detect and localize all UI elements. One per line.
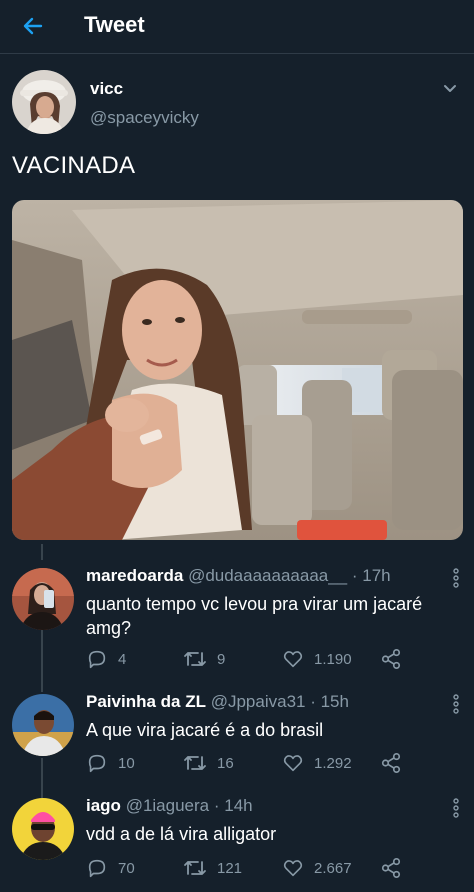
reply-actions: 4 9 1.190 bbox=[86, 647, 416, 671]
author-handle[interactable]: @spaceyvicky bbox=[90, 108, 199, 128]
share-button[interactable] bbox=[380, 751, 402, 775]
page-title: Tweet bbox=[84, 12, 145, 37]
like-button[interactable]: 1.190 bbox=[282, 647, 352, 671]
reply-icon bbox=[88, 754, 106, 773]
reply-options-button[interactable] bbox=[452, 798, 460, 818]
reply-tweet[interactable]: maredoarda @dudaaaaaaaaaa__ · 17h quanto… bbox=[0, 556, 474, 674]
share-button[interactable] bbox=[380, 647, 402, 671]
avatar[interactable] bbox=[12, 798, 74, 860]
reply-header: maredoarda @dudaaaaaaaaaa__ · 17h bbox=[86, 566, 391, 586]
like-button[interactable]: 2.667 bbox=[282, 856, 352, 880]
share-icon bbox=[381, 753, 401, 773]
reply-options-button[interactable] bbox=[452, 694, 460, 714]
retweet-count: 9 bbox=[217, 650, 226, 668]
reply-count: 10 bbox=[118, 754, 135, 772]
retweet-icon bbox=[184, 756, 206, 770]
reply-count: 4 bbox=[118, 650, 127, 668]
more-icon bbox=[453, 694, 459, 714]
share-icon bbox=[381, 858, 401, 878]
reply-author-name[interactable]: iago bbox=[86, 796, 121, 815]
reply-button[interactable]: 10 bbox=[86, 751, 135, 775]
avatar[interactable] bbox=[12, 568, 74, 630]
like-icon bbox=[283, 755, 303, 772]
back-button[interactable] bbox=[16, 9, 50, 43]
tweet-author: vicc @spaceyvicky bbox=[12, 70, 462, 134]
retweet-count: 121 bbox=[217, 859, 243, 877]
like-count: 1.190 bbox=[314, 650, 352, 668]
reply-count: 70 bbox=[118, 859, 135, 877]
reply-header: Paivinha da ZL @Jppaiva31 · 15h bbox=[86, 692, 349, 712]
share-icon bbox=[381, 649, 401, 669]
like-count: 1.292 bbox=[314, 754, 352, 772]
reply-actions: 70 121 2.667 bbox=[86, 856, 416, 880]
like-icon bbox=[283, 860, 303, 877]
top-bar: Tweet bbox=[0, 0, 474, 54]
reply-text: quanto tempo vc levou pra virar um jacar… bbox=[86, 594, 423, 638]
retweet-icon bbox=[184, 652, 206, 666]
like-button[interactable]: 1.292 bbox=[282, 751, 352, 775]
chevron-down-icon bbox=[444, 85, 456, 92]
retweet-count: 16 bbox=[217, 754, 234, 772]
retweet-icon bbox=[184, 861, 206, 875]
share-button[interactable] bbox=[380, 856, 402, 880]
reply-time: · 14h bbox=[213, 796, 253, 815]
reply-tweet[interactable]: Paivinha da ZL @Jppaiva31 · 15h A que vi… bbox=[0, 682, 474, 800]
author-name[interactable]: vicc bbox=[90, 79, 123, 99]
avatar[interactable] bbox=[12, 70, 76, 134]
reply-actions: 10 16 1.292 bbox=[86, 751, 416, 775]
reply-button[interactable]: 70 bbox=[86, 856, 135, 880]
reply-author-handle[interactable]: @1iaguera bbox=[126, 796, 209, 815]
reply-time: · 17h bbox=[351, 566, 391, 585]
reply-time: · 15h bbox=[310, 692, 349, 711]
tweet-options-button[interactable] bbox=[438, 76, 462, 100]
reply-icon bbox=[88, 859, 106, 878]
tweet-photo[interactable] bbox=[12, 200, 463, 540]
like-count: 2.667 bbox=[314, 859, 352, 877]
retweet-button[interactable]: 9 bbox=[183, 647, 225, 671]
reply-author-handle[interactable]: @Jppaiva31 bbox=[211, 692, 306, 711]
reply-author-handle[interactable]: @dudaaaaaaaaaa__ bbox=[188, 566, 347, 585]
reply-tweet[interactable]: iago @1iaguera · 14h vdd a de lá vira al… bbox=[0, 786, 474, 892]
back-arrow-icon bbox=[23, 17, 43, 35]
more-icon bbox=[453, 798, 459, 818]
like-icon bbox=[283, 651, 303, 668]
reply-author-name[interactable]: Paivinha da ZL bbox=[86, 692, 206, 711]
reply-text: A que vira jacaré é a do brasil bbox=[86, 720, 324, 740]
tweet-text: VACINADA bbox=[12, 152, 136, 179]
reply-button[interactable]: 4 bbox=[86, 647, 126, 671]
reply-header: iago @1iaguera · 14h bbox=[86, 796, 253, 816]
reply-text: vdd a de lá vira alligator bbox=[86, 824, 277, 844]
reply-icon bbox=[88, 650, 106, 669]
more-icon bbox=[453, 568, 459, 588]
reply-options-button[interactable] bbox=[452, 568, 460, 588]
avatar[interactable] bbox=[12, 694, 74, 756]
reply-author-name[interactable]: maredoarda bbox=[86, 566, 183, 585]
retweet-button[interactable]: 16 bbox=[183, 751, 234, 775]
retweet-button[interactable]: 121 bbox=[183, 856, 242, 880]
